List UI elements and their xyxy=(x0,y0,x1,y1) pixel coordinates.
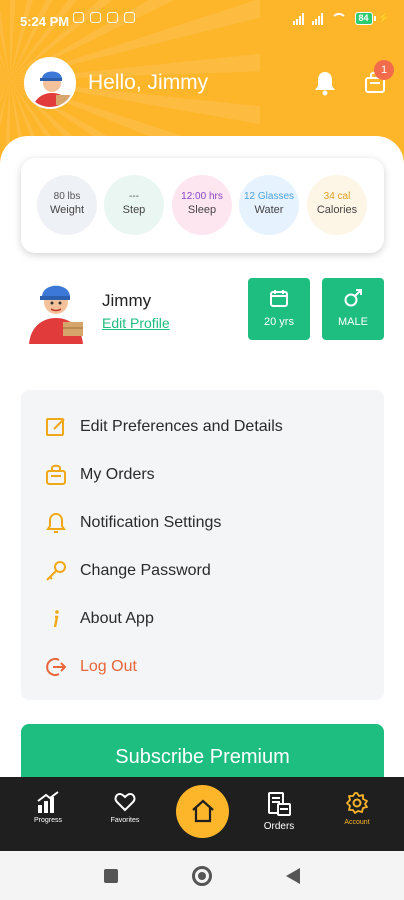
menu-label-log-out: Log Out xyxy=(80,658,137,675)
home-button[interactable] xyxy=(176,785,229,838)
info-icon xyxy=(53,610,59,628)
menu-label-my-orders: My Orders xyxy=(80,466,155,483)
signal-icon-2 xyxy=(311,12,323,25)
recents-button[interactable] xyxy=(104,869,118,883)
progress-chart-icon xyxy=(37,791,59,813)
stat-sleep-label: Sleep xyxy=(187,204,217,216)
subscribe-premium-button[interactable]: Subscribe Premium xyxy=(21,724,384,784)
settings-menu: Edit Preferences and Details My Orders N… xyxy=(21,390,384,700)
nav-favorites-label: Favorites xyxy=(110,817,140,824)
stat-weight-label: Weight xyxy=(49,204,85,216)
calendar-icon xyxy=(270,290,288,307)
battery-icon: 84 ⚡ xyxy=(354,12,390,25)
stat-calories[interactable]: 34 cal Calories xyxy=(307,175,367,235)
nav-orders-label: Orders xyxy=(263,821,295,832)
stat-sleep-value: 12:00 hrs xyxy=(181,191,223,202)
nav-progress[interactable]: Progress xyxy=(18,791,78,824)
bell-icon[interactable] xyxy=(313,70,337,96)
gear-icon xyxy=(346,792,368,814)
menu-label-notification-settings: Notification Settings xyxy=(80,514,222,531)
gender-label: MALE xyxy=(338,316,368,328)
nav-progress-label: Progress xyxy=(33,817,62,824)
orders-nav-icon xyxy=(268,792,291,816)
system-nav-bar xyxy=(0,851,404,900)
nav-account[interactable]: Account xyxy=(327,791,387,826)
status-notification-icons xyxy=(73,12,135,23)
menu-label-change-password: Change Password xyxy=(80,562,211,579)
bell-icon xyxy=(46,512,66,533)
stat-water-label: Water xyxy=(254,204,284,216)
system-home-button[interactable] xyxy=(192,866,212,886)
cart-badge: 1 xyxy=(374,60,394,80)
charging-icon: ⚡ xyxy=(377,13,390,24)
home-icon xyxy=(192,799,214,823)
menu-label-edit-preferences: Edit Preferences and Details xyxy=(80,418,283,435)
nav-favorites[interactable]: Favorites xyxy=(95,791,155,824)
age-chip[interactable]: 20 yrs xyxy=(248,278,310,340)
menu-item-change-password[interactable]: Change Password xyxy=(21,551,384,591)
profile-name: Jimmy xyxy=(102,291,152,310)
back-button[interactable] xyxy=(286,868,300,884)
stat-water[interactable]: 12 Glasses Water xyxy=(239,175,299,235)
menu-item-edit-preferences[interactable]: Edit Preferences and Details xyxy=(21,407,384,447)
stats-card: 80 lbs Weight --- Step 12:00 hrs Sleep 1… xyxy=(21,158,384,253)
sim-icon xyxy=(90,12,101,23)
heart-icon xyxy=(114,792,136,812)
nav-account-label: Account xyxy=(344,819,370,826)
wifi-icon xyxy=(330,12,347,25)
stat-step[interactable]: --- Step xyxy=(104,175,164,235)
menu-item-about-app[interactable]: About App xyxy=(21,599,384,639)
edit-profile-link[interactable]: Edit Profile xyxy=(102,315,170,331)
settings-status-icon xyxy=(124,12,135,23)
menu-item-notification-settings[interactable]: Notification Settings xyxy=(21,503,384,543)
profile-avatar xyxy=(23,272,89,344)
stat-step-label: Step xyxy=(122,204,146,216)
logout-icon xyxy=(46,658,67,676)
stat-step-value: --- xyxy=(129,191,139,202)
stat-water-value: 12 Glasses xyxy=(243,191,295,202)
call-icon xyxy=(107,12,118,23)
avatar[interactable] xyxy=(24,57,76,109)
menu-item-my-orders[interactable]: My Orders xyxy=(21,455,384,495)
menu-item-log-out[interactable]: Log Out xyxy=(21,647,384,687)
stat-calories-label: Calories xyxy=(316,204,358,216)
stat-weight-value: 80 lbs xyxy=(53,191,81,202)
age-label: 20 yrs xyxy=(264,316,294,328)
stat-weight[interactable]: 80 lbs Weight xyxy=(37,175,97,235)
stat-calories-value: 34 cal xyxy=(323,191,351,202)
nav-orders[interactable]: Orders xyxy=(249,791,309,832)
stat-sleep[interactable]: 12:00 hrs Sleep xyxy=(172,175,232,235)
status-time: 5:24 PM xyxy=(20,14,70,29)
menu-label-about-app: About App xyxy=(80,610,154,627)
edit-icon xyxy=(46,418,65,436)
battery-level: 84 xyxy=(354,12,373,25)
signal-icon xyxy=(292,12,304,25)
orders-icon xyxy=(46,464,66,485)
status-bar: 5:24 PM 84 ⚡ xyxy=(0,0,404,44)
key-icon xyxy=(46,561,66,581)
silent-icon xyxy=(73,12,84,23)
greeting-text: Hello, Jimmy xyxy=(88,71,209,94)
status-right: 84 ⚡ xyxy=(292,12,390,25)
gender-chip[interactable]: MALE xyxy=(322,278,384,340)
male-icon xyxy=(344,289,362,307)
